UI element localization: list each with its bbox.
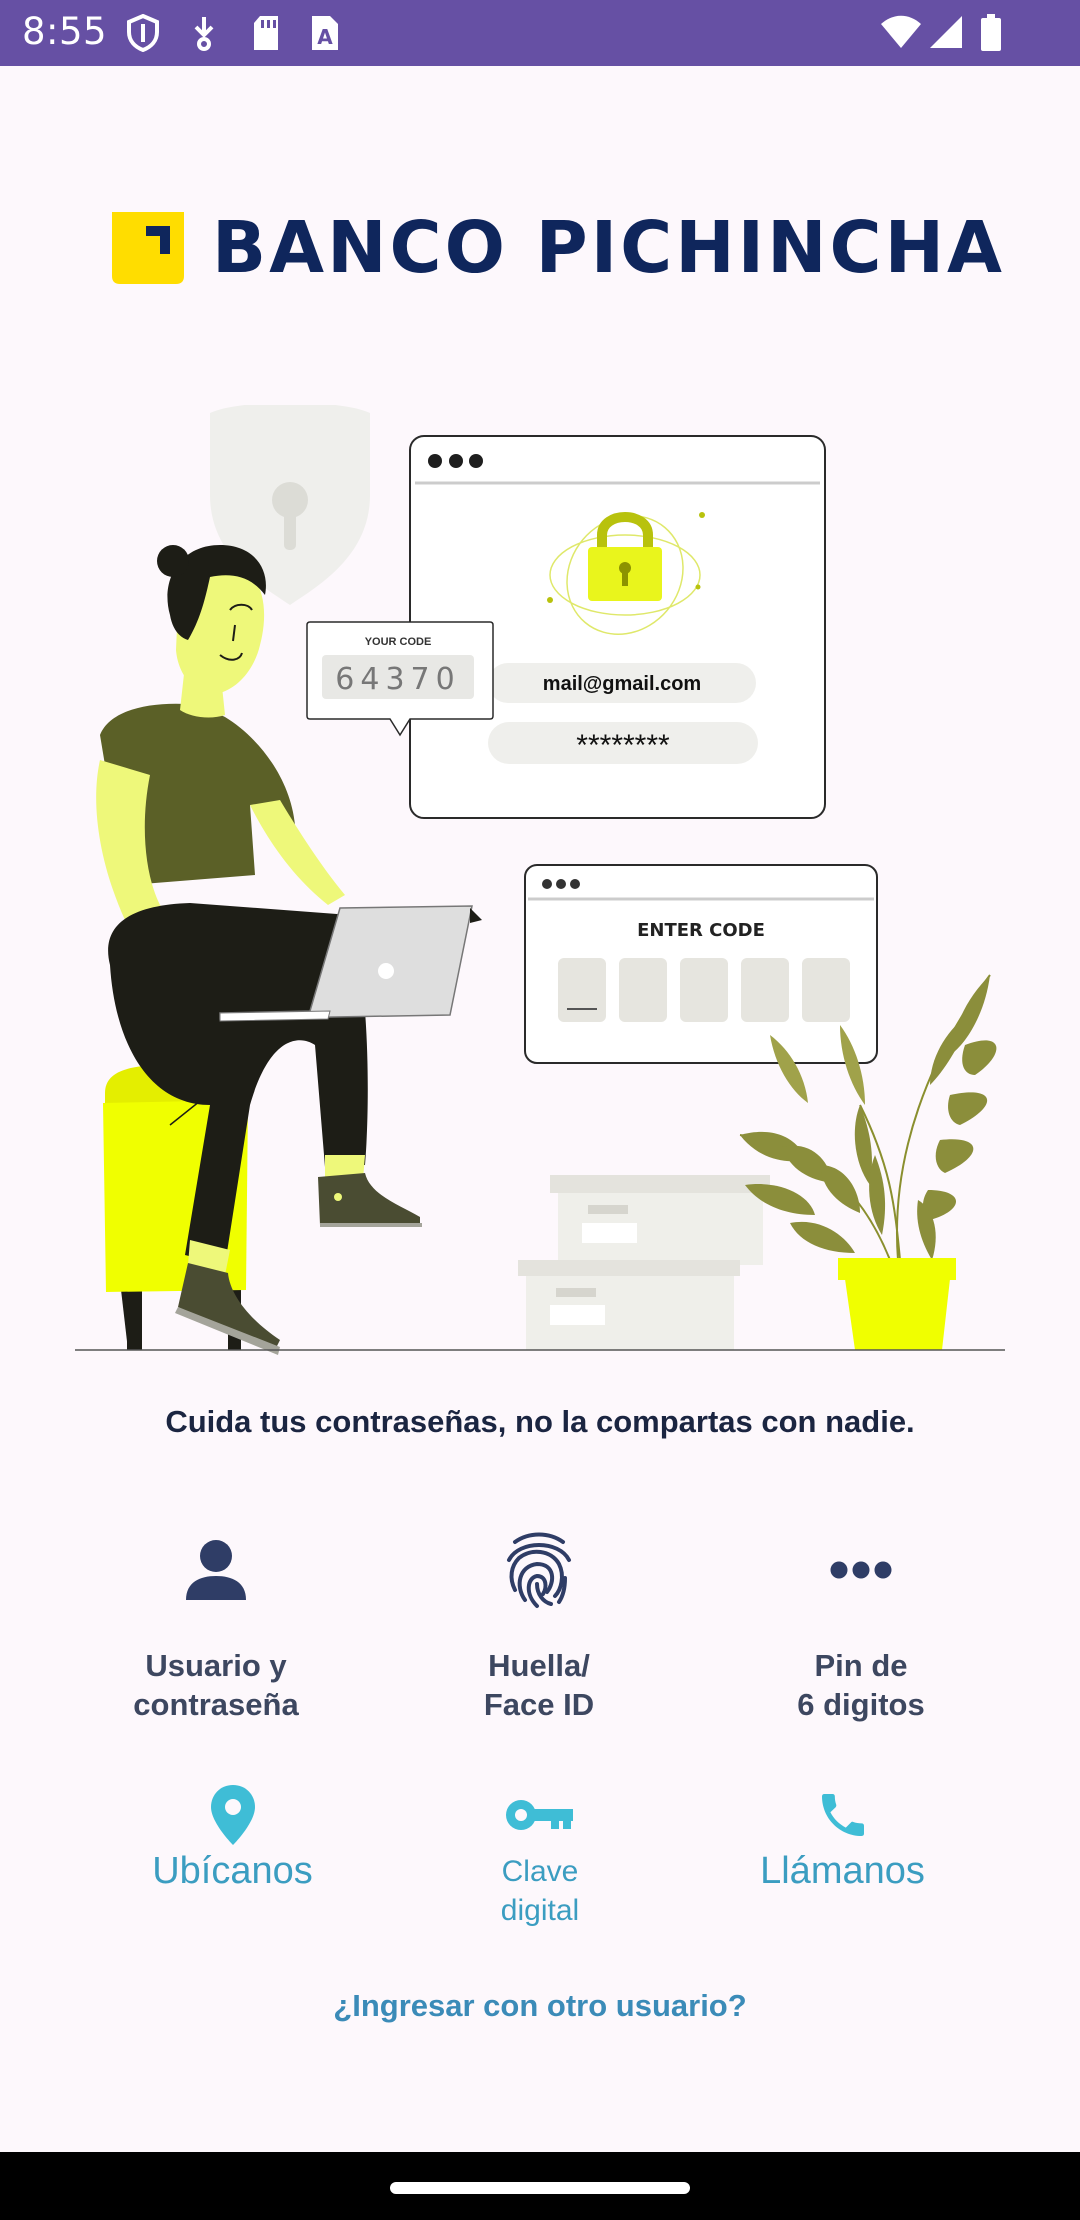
- quick-action-digital-key[interactable]: Clave digital: [440, 1780, 640, 1930]
- logo-mark-icon: [112, 212, 184, 284]
- quick-action-location[interactable]: Ubícanos: [120, 1780, 345, 1892]
- code-bubble-title: YOUR CODE: [365, 636, 432, 648]
- storage-boxes: [518, 1175, 770, 1350]
- home-indicator[interactable]: [390, 2182, 690, 2194]
- option-fingerprint-line1: Huella/: [488, 1648, 590, 1683]
- person-icon: [186, 1540, 246, 1600]
- fingerprint-icon: [507, 1532, 571, 1608]
- dots-icon: [830, 1561, 892, 1579]
- navigation-bar: [0, 2152, 1080, 2220]
- option-pin-line1: Pin de: [814, 1648, 908, 1683]
- code-value: 64370: [335, 662, 460, 697]
- option-user-password-line2: contraseña: [133, 1687, 299, 1722]
- svg-text:A: A: [317, 25, 333, 49]
- sd-card-icon: [254, 16, 278, 50]
- option-fingerprint-line2: Face ID: [483, 1687, 595, 1722]
- signal-icon: [930, 16, 962, 48]
- wifi-icon: [881, 15, 921, 48]
- option-fingerprint-faceid[interactable]: Huella/ Face ID: [389, 1520, 689, 1724]
- call-label: Llámanos: [760, 1850, 925, 1892]
- status-time: 8:55: [22, 10, 108, 53]
- bank-name: BANCO PICHINCHA: [212, 206, 1005, 289]
- location-label: Ubícanos: [152, 1850, 313, 1892]
- option-user-password-line1: Usuario y: [145, 1648, 287, 1683]
- quick-action-call[interactable]: Llámanos: [735, 1780, 950, 1892]
- enter-code-title: ENTER CODE: [637, 920, 765, 941]
- status-bar: 8:55 A: [0, 0, 1080, 66]
- your-code-bubble: YOUR CODE 64370: [306, 621, 494, 737]
- digital-key-line2: digital: [500, 1894, 580, 1927]
- password-field-illustration: ********: [576, 729, 670, 762]
- battery-icon: [981, 14, 1001, 51]
- security-tagline: Cuida tus contraseñas, no la compartas c…: [165, 1404, 915, 1439]
- digital-key-line1: Clave: [501, 1855, 579, 1888]
- enter-code-window: ENTER CODE: [524, 864, 878, 1064]
- option-user-password[interactable]: Usuario y contraseña: [66, 1520, 366, 1724]
- phone-icon: [821, 1794, 864, 1836]
- key-icon: [506, 1800, 573, 1830]
- download-icon: [194, 17, 214, 51]
- security-illustration: mail@gmail.com ******** YOUR CODE 64370 …: [75, 405, 1005, 1355]
- email-field-illustration: mail@gmail.com: [543, 673, 701, 695]
- option-pin[interactable]: Pin de 6 digitos: [711, 1520, 1011, 1724]
- location-pin-icon: [210, 1785, 255, 1845]
- text-icon: A: [312, 16, 338, 50]
- shield-icon: [127, 14, 159, 52]
- other-user-link[interactable]: ¿Ingresar con otro usuario?: [0, 1988, 1080, 2024]
- option-pin-line2: 6 digitos: [797, 1687, 925, 1722]
